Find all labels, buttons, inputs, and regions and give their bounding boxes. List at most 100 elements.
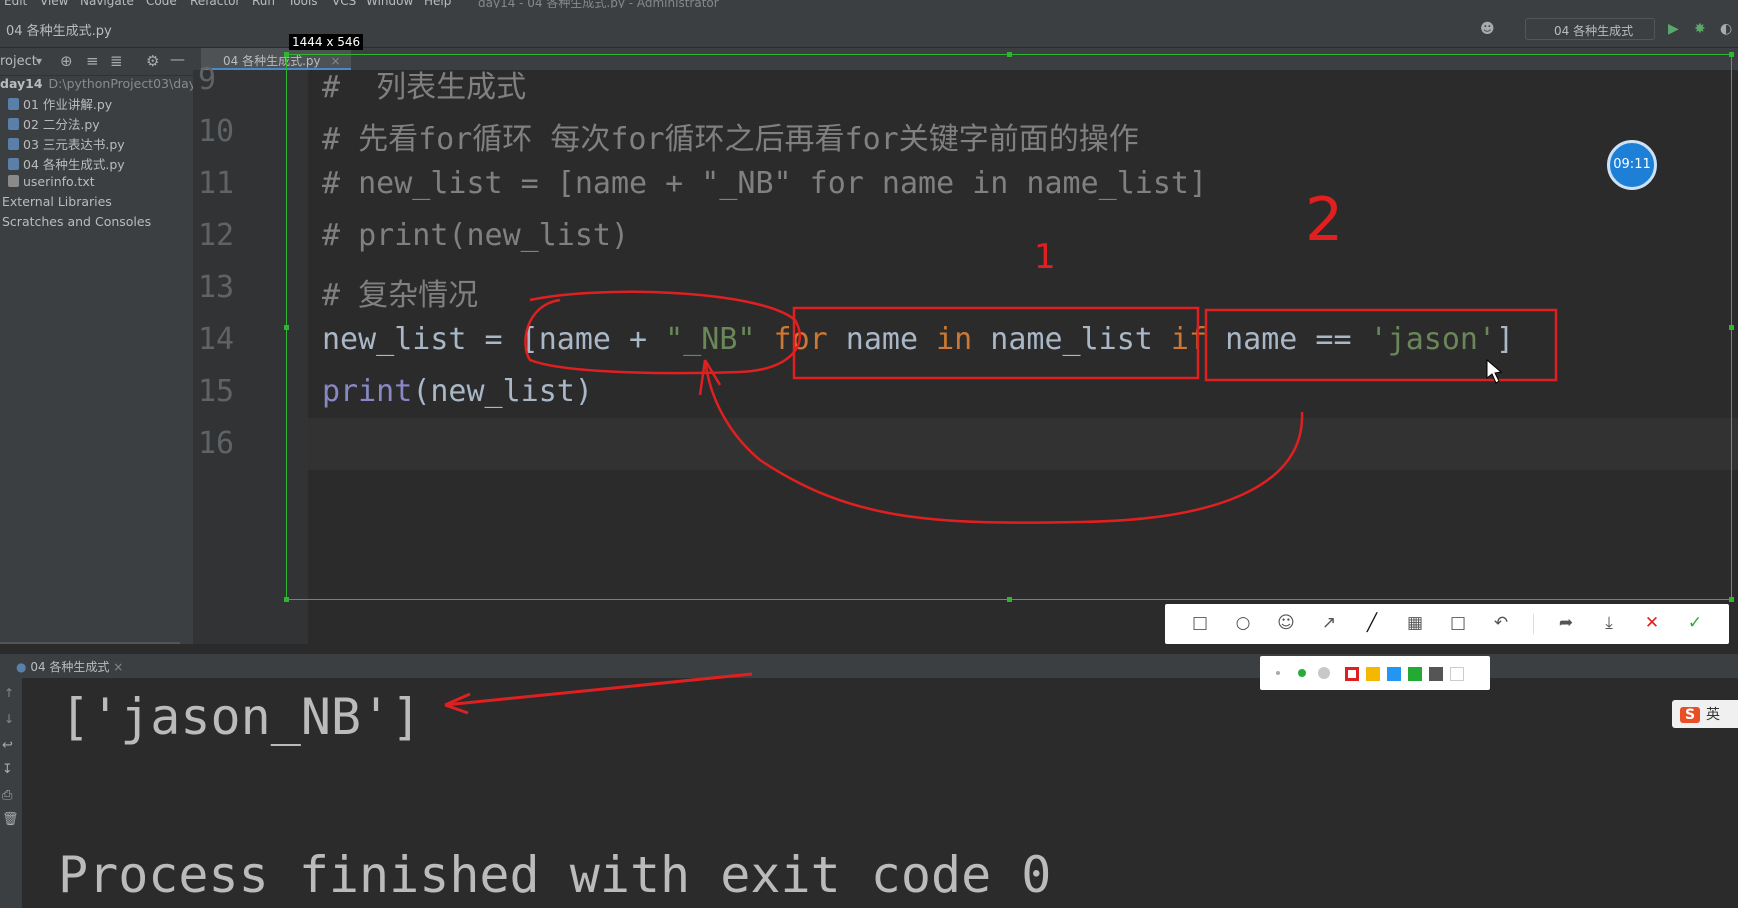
arrow-icon[interactable]: ↗ <box>1318 612 1340 634</box>
line-number: 11 <box>198 166 235 201</box>
python-file-icon <box>8 98 19 110</box>
menu-bar: Edit View Navigate Code Refactor Run Too… <box>0 0 1738 8</box>
color-swatch-yellow[interactable] <box>1366 667 1380 681</box>
line-number: 12 <box>198 218 235 253</box>
share-icon[interactable]: ➦ <box>1555 612 1577 634</box>
coverage-icon[interactable]: ◐ <box>1720 21 1732 37</box>
run-icon[interactable]: ▶ <box>1668 21 1679 37</box>
trash-icon[interactable]: 🗑 <box>2 812 19 827</box>
menu-edit[interactable]: Edit <box>4 0 27 8</box>
line-number: 13 <box>198 270 235 305</box>
locate-icon[interactable]: ⊕ <box>60 52 73 70</box>
breadcrumb[interactable]: 04 各种生成式.py <box>6 20 112 39</box>
menu-help[interactable]: Help <box>424 0 451 8</box>
ime-indicator[interactable]: S英 <box>1672 700 1738 728</box>
collapse-all-icon[interactable]: ≣ <box>110 52 123 70</box>
resize-handle[interactable] <box>284 325 289 330</box>
run-config-select[interactable]: 04 各种生成式 <box>1525 18 1655 40</box>
rectangle-icon[interactable]: □ <box>1189 612 1211 634</box>
window-title: day14 - 04 各种生成式.py - Administrator <box>478 0 719 8</box>
gear-icon[interactable]: ⚙ <box>146 52 159 70</box>
console-output[interactable]: ['jason_NB'] Process finished with exit … <box>22 678 1738 908</box>
console-line-exit: Process finished with exit code 0 <box>58 846 1052 904</box>
resize-handle[interactable] <box>284 52 289 57</box>
tree-external-libraries[interactable]: External Libraries <box>2 194 112 214</box>
project-tree: day14 D:\pythonProject03\day14 01 作业讲解.py… <box>0 76 193 644</box>
resize-handle[interactable] <box>1729 52 1734 57</box>
confirm-icon[interactable]: ✓ <box>1684 612 1706 634</box>
python-file-icon <box>8 118 19 130</box>
line-number: 16 <box>198 426 235 461</box>
run-tab-label: 04 各种生成式 <box>30 660 110 674</box>
text-icon[interactable]: □ <box>1447 612 1469 634</box>
menu-run[interactable]: Run <box>252 0 275 8</box>
print-icon[interactable]: ⎙ <box>2 788 12 803</box>
line-number: 15 <box>198 374 235 409</box>
close-icon[interactable]: × <box>113 660 123 674</box>
horizontal-scrollbar[interactable] <box>0 642 180 644</box>
file-label: 04 各种生成式.py <box>23 157 125 172</box>
menu-code[interactable]: Code <box>146 0 177 8</box>
toolbar-divider <box>1533 614 1534 634</box>
run-tab[interactable]: ● 04 各种生成式 × <box>16 658 123 675</box>
resize-handle[interactable] <box>1007 52 1012 57</box>
tree-file[interactable]: 02 二分法.py <box>8 114 100 134</box>
resize-handle[interactable] <box>1007 597 1012 602</box>
mosaic-icon[interactable]: ▦ <box>1404 612 1426 634</box>
line-number: 9 <box>198 62 217 97</box>
snip-selection-box[interactable] <box>284 52 1734 602</box>
menu-tools[interactable]: Tools <box>288 0 318 8</box>
resize-handle[interactable] <box>284 597 289 602</box>
navigation-bar: 04 各种生成式.py ☻ 04 各种生成式 ▶ ✸ ◐ <box>0 8 1738 48</box>
python-file-icon <box>8 138 19 150</box>
arrow-up-icon[interactable]: ↑ <box>4 686 14 700</box>
console-line-output: ['jason_NB'] <box>60 688 422 746</box>
debug-icon[interactable]: ✸ <box>1694 21 1706 37</box>
ellipse-icon[interactable]: ○ <box>1232 612 1254 634</box>
download-icon[interactable]: ⤓ <box>1598 612 1620 634</box>
snip-toolbar: □ ○ ☺ ↗ ╱ ▦ □ ↶ ➦ ⤓ ✕ ✓ <box>1165 604 1729 644</box>
sogou-logo-icon: S <box>1680 707 1700 723</box>
tree-file[interactable]: 04 各种生成式.py <box>8 154 125 174</box>
pen-icon[interactable]: ╱ <box>1361 612 1383 634</box>
tree-file[interactable]: userinfo.txt <box>8 174 95 194</box>
menu-vcs[interactable]: VCS <box>332 0 356 8</box>
color-swatch-red[interactable] <box>1345 667 1359 681</box>
menu-navigate[interactable]: Navigate <box>80 0 134 8</box>
brush-size-large[interactable] <box>1318 667 1330 679</box>
recording-timer[interactable]: 09:11 <box>1607 140 1657 190</box>
close-icon[interactable]: ✕ <box>1641 612 1663 634</box>
expand-all-icon[interactable]: ≡ <box>86 52 99 70</box>
tree-label: Scratches and Consoles <box>2 214 152 229</box>
arrow-down-icon[interactable]: ↓ <box>4 712 14 726</box>
color-swatch-blue[interactable] <box>1387 667 1401 681</box>
user-icon[interactable]: ☻ <box>1480 21 1495 37</box>
soft-wrap-icon[interactable]: ↩ <box>2 738 13 753</box>
emoji-icon[interactable]: ☺ <box>1275 612 1297 634</box>
menu-view[interactable]: View <box>40 0 68 8</box>
resize-handle[interactable] <box>1729 325 1734 330</box>
color-swatch-gray[interactable] <box>1429 667 1443 681</box>
menu-window[interactable]: Window <box>366 0 413 8</box>
tree-file[interactable]: 01 作业讲解.py <box>8 94 112 114</box>
tree-folder-day14[interactable]: day14 D:\pythonProject03\day14 <box>0 76 193 96</box>
menu-refactor[interactable]: Refactor <box>190 0 240 8</box>
resize-handle[interactable] <box>1729 597 1734 602</box>
file-label: 01 作业讲解.py <box>23 97 113 112</box>
file-label: 02 二分法.py <box>23 117 100 132</box>
folder-label: day14 <box>0 76 43 91</box>
project-title[interactable]: roject <box>0 54 37 69</box>
tree-label: External Libraries <box>2 194 112 209</box>
python-icon: ● <box>16 660 27 674</box>
color-swatch-green[interactable] <box>1408 667 1422 681</box>
brush-size-small[interactable] <box>1276 671 1280 675</box>
chevron-down-icon[interactable]: ▾ <box>36 54 42 68</box>
run-toolbar: ↑ ↓ ↩ ↧ ⎙ 🗑 <box>0 678 22 908</box>
minimize-icon[interactable]: — <box>170 50 185 68</box>
undo-icon[interactable]: ↶ <box>1490 612 1512 634</box>
scroll-end-icon[interactable]: ↧ <box>2 762 13 777</box>
brush-size-medium[interactable] <box>1298 669 1306 677</box>
tree-file[interactable]: 03 三元表达书.py <box>8 134 125 154</box>
color-swatch-white[interactable] <box>1450 667 1464 681</box>
tree-scratches[interactable]: Scratches and Consoles <box>2 214 151 234</box>
